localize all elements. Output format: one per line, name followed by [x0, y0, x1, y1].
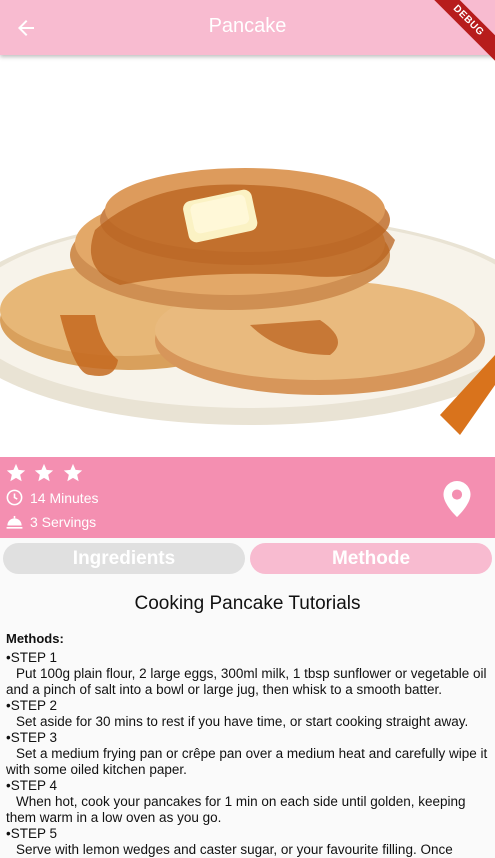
- pancake-illustration: [0, 55, 495, 457]
- cook-time: 14 Minutes: [5, 488, 98, 507]
- step-text: Set a medium frying pan or crêpe pan ove…: [6, 746, 488, 777]
- step-item: •STEP 3 Set a medium frying pan or crêpe…: [0, 730, 495, 778]
- step-item: •STEP 2 Set aside for 30 mins to rest if…: [0, 698, 495, 730]
- rating-stars: [5, 462, 86, 484]
- methods-label: Methods:: [6, 631, 64, 646]
- step-title: •STEP 2: [6, 698, 58, 713]
- cloche-icon: [6, 515, 23, 529]
- step-text: Serve with lemon wedges and caster sugar…: [16, 842, 453, 857]
- clock-icon: [6, 489, 23, 506]
- star-icon: [35, 463, 54, 482]
- star-icon: [6, 463, 26, 482]
- step-title: •STEP 5: [6, 826, 58, 841]
- cook-time-label: 14 Minutes: [30, 489, 99, 506]
- tutorial-heading: Cooking Pancake Tutorials: [134, 593, 361, 614]
- step-text: Put 100g plain flour, 2 large eggs, 300m…: [6, 666, 487, 697]
- servings-label: 3 Servings: [30, 513, 97, 530]
- step-text: Set aside for 30 mins to rest if you hav…: [16, 714, 469, 729]
- step-item: •STEP 5 Serve with lemon wedges and cast…: [0, 826, 495, 858]
- star-icon: [63, 463, 83, 482]
- step-item: •STEP 1 Put 100g plain flour, 2 large eg…: [0, 650, 495, 698]
- step-item: •STEP 4 When hot, cook your pancakes for…: [0, 778, 495, 826]
- step-title: •STEP 3: [6, 730, 58, 745]
- servings: 3 Servings: [5, 513, 96, 530]
- page-title: Pancake: [208, 15, 287, 37]
- step-title: •STEP 4: [6, 778, 58, 793]
- tab-ingredients[interactable]: Ingredients: [3, 543, 245, 574]
- step-title: •STEP 1: [6, 650, 58, 665]
- location-pin-icon[interactable]: [443, 481, 471, 517]
- tab-method[interactable]: Methode: [250, 543, 492, 574]
- method-content: Cooking Pancake Tutorials Methods: •STEP…: [0, 590, 495, 858]
- app-bar: Pancake: [0, 0, 495, 55]
- step-text: When hot, cook your pancakes for 1 min o…: [6, 794, 466, 825]
- pancake-stack-photo: [0, 55, 495, 457]
